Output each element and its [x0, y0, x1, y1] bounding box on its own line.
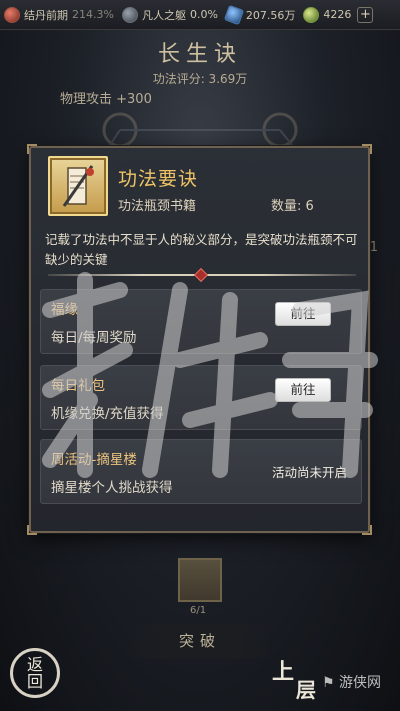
upper-label-b: 层 — [296, 678, 316, 702]
upper-label-a: 上 — [272, 659, 295, 685]
crystal-stat[interactable]: 207.56万 — [222, 4, 300, 25]
attack-bonus: 物理攻击 +300 — [60, 92, 152, 107]
source-row-weekly-event: 周活动-摘星楼 摘星楼个人挑战获得 活动尚未开启 — [40, 439, 362, 504]
realm-icon — [4, 6, 20, 23]
item-description: 记载了功法中不显于人的秘义部分，是突破功法瓶颈不可缺少的关键 — [45, 232, 358, 267]
corner-ornament — [362, 144, 372, 154]
item-info-dialog: 功法要诀 功法瓶颈书籍 数量: 6 记载了功法中不显于人的秘义部分，是突破功法瓶… — [27, 144, 372, 535]
back-label-bottom: 回 — [26, 672, 43, 691]
trait-stat[interactable]: 凡人之躯 0.0% — [118, 6, 222, 23]
required-item-count: 6/1 — [190, 605, 207, 616]
item-name: 功法要诀 — [118, 168, 199, 190]
body-trait-icon — [121, 6, 138, 23]
page-title: 长生诀 — [157, 42, 242, 67]
source-title: 福缘 — [51, 302, 78, 318]
trait-label: 凡人之躯 — [141, 8, 186, 22]
corner-ornament — [27, 144, 37, 154]
trait-progress: 0.0% — [189, 8, 218, 21]
source-title: 每日礼包 — [51, 378, 105, 394]
realm-stat[interactable]: 结丹前期 214.3% — [0, 6, 118, 23]
back-label-top: 返 — [26, 655, 43, 674]
scroll-book-icon — [62, 165, 94, 207]
back-button[interactable]: 返 回 — [10, 648, 60, 698]
corner-ornament — [27, 525, 37, 535]
item-quantity: 数量: 6 — [271, 199, 314, 214]
item-icon-frame — [48, 156, 108, 216]
realm-label: 结丹前期 — [24, 8, 68, 22]
source-subtitle: 机缘兑换/充值获得 — [51, 406, 164, 422]
jade-stat[interactable]: 4226 + — [299, 6, 377, 23]
side-digit: 1 — [369, 240, 378, 255]
item-type: 功法瓶颈书籍 — [118, 199, 197, 214]
watermark-logo: ⚑ 游侠网 — [322, 675, 382, 691]
status-bar: 结丹前期 214.3% 凡人之躯 0.0% 207.56万 4226 + — [0, 0, 400, 30]
breakthrough-button[interactable]: 突破 — [130, 624, 270, 658]
divider-gem — [193, 267, 209, 283]
source-row-daily-pack: 每日礼包 机缘兑换/充值获得 前往 — [40, 365, 362, 430]
corner-ornament — [362, 525, 372, 535]
goto-button[interactable]: 前往 — [275, 302, 331, 326]
jade-icon — [303, 6, 320, 23]
crystal-amount: 207.56万 — [245, 8, 296, 22]
realm-progress: 214.3% — [72, 8, 114, 21]
skill-score: 功法评分: 3.69万 — [152, 72, 248, 86]
source-subtitle: 每日/每周奖励 — [51, 330, 137, 346]
goto-button[interactable]: 前往 — [275, 378, 331, 402]
crystal-icon — [223, 4, 245, 25]
event-status: 活动尚未开启 — [271, 465, 347, 480]
required-item-slot[interactable] — [178, 558, 222, 602]
source-subtitle: 摘星楼个人挑战获得 — [51, 480, 173, 496]
source-title: 周活动-摘星楼 — [51, 452, 137, 468]
jade-amount: 4226 — [323, 8, 352, 21]
add-currency-button[interactable]: + — [357, 6, 374, 23]
source-row-fortune: 福缘 每日/每周奖励 前往 — [40, 289, 362, 354]
